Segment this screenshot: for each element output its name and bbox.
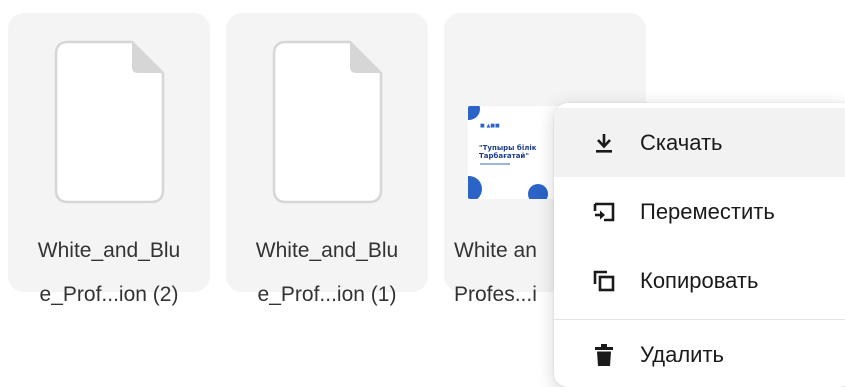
file-name: White an Profes...i: [454, 218, 537, 328]
trash-icon: [592, 343, 616, 367]
file-tile[interactable]: White_and_Blu e_Prof...ion (1): [226, 13, 428, 306]
context-menu: Скачать Переместить Копировать Удалить: [554, 103, 845, 387]
document-icon: [272, 40, 383, 204]
file-grid: White_and_Blu e_Prof...ion (2) White_and…: [0, 0, 845, 387]
menu-item-copy[interactable]: Копировать: [554, 246, 845, 315]
menu-item-label: Удалить: [640, 341, 724, 367]
menu-item-label: Копировать: [640, 267, 759, 293]
file-name: White_and_Blu e_Prof...ion (2): [16, 218, 202, 328]
menu-item-label: Скачать: [640, 129, 723, 155]
thumbnail-decoration: [468, 106, 480, 120]
download-icon: [592, 131, 616, 155]
file-name-line: White_and_Blu: [255, 239, 399, 262]
file-tile[interactable]: White_and_Blu e_Prof...ion (2): [8, 13, 210, 306]
thumbnail-decoration: [528, 184, 548, 199]
menu-item-label: Переместить: [640, 198, 775, 224]
thumbnail-decoration: [468, 176, 482, 199]
menu-item-move[interactable]: Переместить: [554, 177, 845, 246]
thumbnail-title-line: Тарбағатай": [479, 152, 529, 160]
file-name-line: Profes...i: [454, 283, 537, 306]
menu-item-delete[interactable]: Удалить: [554, 320, 845, 387]
thumbnail-title: "Тупыры білік Тарбағатай": [479, 144, 537, 160]
file-name-line: White_and_Blu: [37, 239, 181, 262]
thumbnail-logo: ■ ▲■■: [480, 123, 500, 129]
menu-item-download[interactable]: Скачать: [554, 108, 845, 177]
thumbnail-title-line: "Тупыры білік: [479, 144, 537, 152]
thumbnail-subtitle-bar: [480, 163, 510, 165]
file-name: White_and_Blu e_Prof...ion (1): [234, 218, 420, 328]
file-name-line: e_Prof...ion (1): [257, 283, 397, 306]
copy-icon: [592, 269, 616, 293]
document-icon: [54, 40, 165, 204]
move-icon: [592, 200, 616, 224]
file-name-line: e_Prof...ion (2): [39, 283, 179, 306]
file-name-line: White an: [454, 239, 537, 262]
